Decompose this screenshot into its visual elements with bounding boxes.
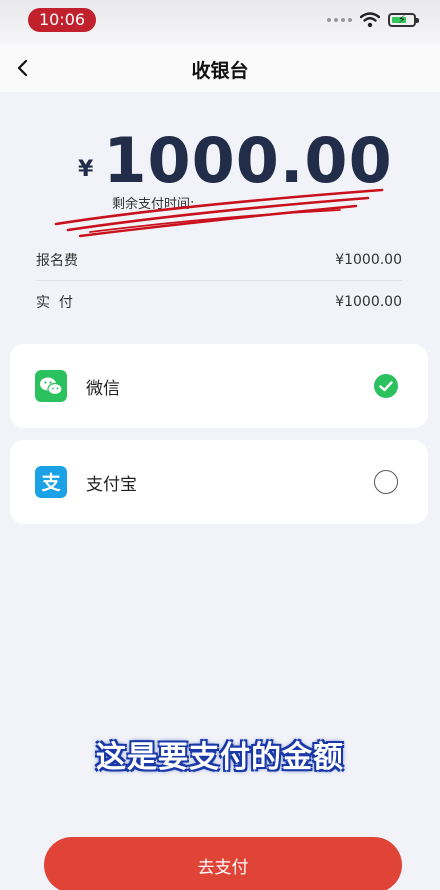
radio-unselected-icon[interactable] bbox=[374, 470, 398, 494]
battery-icon: ⚡ bbox=[388, 13, 419, 27]
red-scribble-annotation bbox=[54, 188, 384, 238]
payment-option-label: 支付宝 bbox=[86, 475, 137, 495]
summary-label: 实 付 bbox=[36, 295, 73, 311]
summary-value: ¥1000.00 bbox=[335, 252, 402, 268]
amount-display: ¥ 1000.00 bbox=[78, 122, 393, 192]
currency-symbol: ¥ bbox=[78, 157, 94, 182]
divider bbox=[36, 280, 402, 281]
status-time: 10:06 bbox=[28, 8, 96, 32]
nav-bar: 收银台 bbox=[0, 44, 440, 92]
payment-option-wechat[interactable]: 微信 bbox=[10, 344, 428, 428]
alipay-icon: 支 bbox=[35, 466, 67, 498]
page-title: 收银台 bbox=[191, 60, 249, 82]
wifi-icon bbox=[360, 12, 380, 28]
summary-row-paid: 实 付 ¥1000.00 bbox=[36, 290, 402, 314]
video-caption: 这是要支付的金额 bbox=[96, 740, 344, 775]
check-circle-icon[interactable] bbox=[374, 374, 398, 398]
summary-row-fee: 报名费 ¥1000.00 bbox=[36, 248, 402, 272]
amount-value: 1000.00 bbox=[103, 124, 393, 197]
wechat-icon bbox=[35, 370, 67, 402]
signal-icon bbox=[327, 18, 352, 22]
payment-option-alipay[interactable]: 支 支付宝 bbox=[10, 440, 428, 524]
pay-button[interactable]: 去支付 bbox=[44, 837, 402, 890]
status-bar: 10:06 ⚡ bbox=[0, 0, 440, 44]
summary-label: 报名费 bbox=[36, 253, 78, 269]
summary-value: ¥1000.00 bbox=[335, 294, 402, 310]
status-icons: ⚡ bbox=[327, 10, 419, 30]
svg-text:支: 支 bbox=[40, 472, 61, 494]
payment-option-label: 微信 bbox=[86, 379, 120, 399]
